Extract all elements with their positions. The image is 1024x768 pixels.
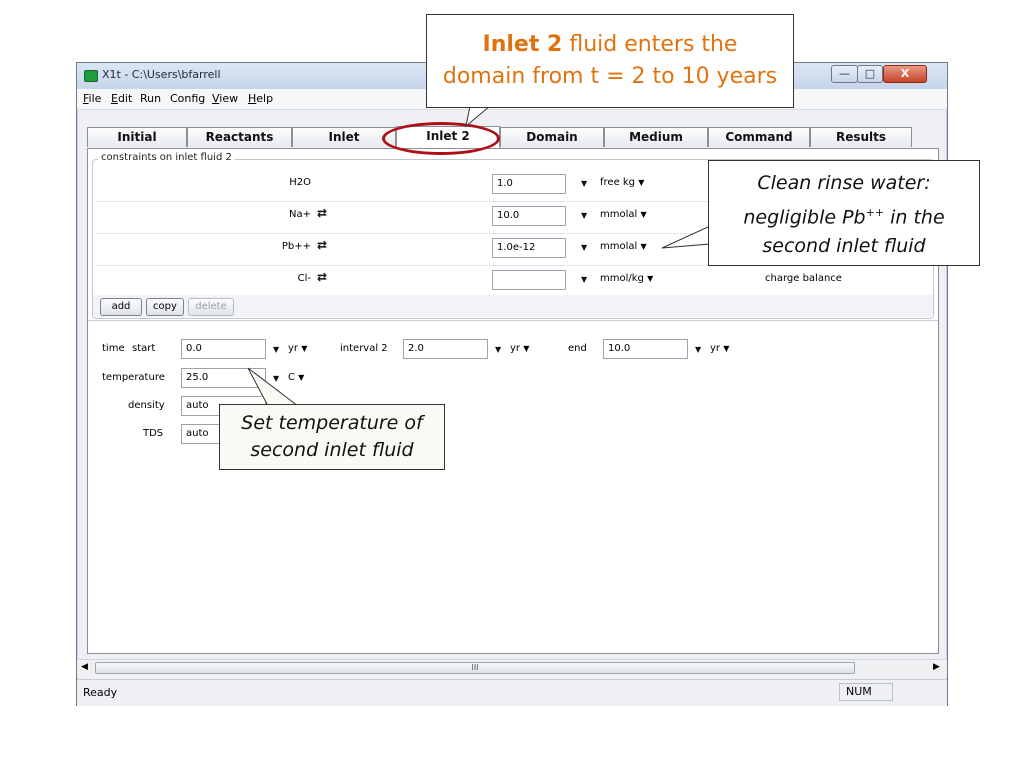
temperature-callout: Set temperature of second inlet fluid — [219, 404, 445, 470]
callout-bottom-line-1: Set temperature of — [241, 412, 423, 434]
top-callout-pointer — [465, 105, 492, 128]
callout-top-bold: Inlet 2 — [482, 32, 563, 57]
callout-right-pre: negligible Pb — [743, 206, 866, 229]
callout-top-line-2: domain from t = 2 to 10 years — [442, 64, 778, 89]
callout-right-line-3: second inlet fluid — [762, 235, 926, 258]
callout-right-sup: ++ — [865, 206, 885, 219]
inlet-2-callout: Inlet 2 fluid enters the domain from t =… — [426, 14, 794, 108]
right-callout-pointer — [661, 225, 711, 249]
rinse-water-callout: Clean rinse water: negligible Pb++ in th… — [708, 160, 980, 266]
callout-pointers — [247, 105, 712, 407]
callout-right-line-1: Clean rinse water: — [757, 172, 931, 194]
callout-bottom-line-2: second inlet fluid — [250, 439, 414, 461]
callout-top-line-1: Inlet 2 fluid enters the — [427, 29, 793, 61]
bottom-callout-pointer — [247, 367, 300, 407]
callout-right-post: in the — [884, 206, 945, 229]
callout-right-line-2: negligible Pb++ in the — [709, 198, 979, 232]
callout-top-rest: fluid enters the — [562, 32, 738, 57]
